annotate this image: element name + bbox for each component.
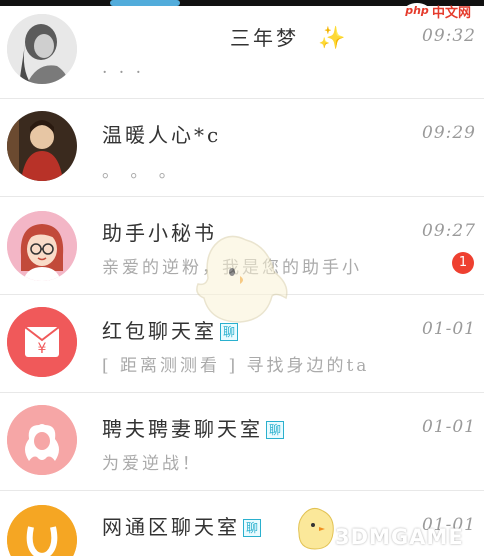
chat-row-wennuan[interactable]: 温暖人心*c 09:29 。 。 。	[0, 99, 484, 195]
bird-mascot-icon	[298, 507, 334, 550]
chat-preview: 。 。 。	[102, 162, 179, 182]
php-watermark-text: 中文网	[432, 6, 472, 21]
avatar	[7, 111, 77, 181]
sparkle-icon: ✨	[318, 26, 349, 51]
chat-name: 三年梦 ✨	[230, 22, 349, 51]
chat-time: 09:29	[422, 123, 476, 143]
chat-time: 09:27	[422, 221, 476, 241]
svg-text:¥: ¥	[38, 341, 47, 357]
chat-preview: [ 距离测测看 ] 寻找身边的ta	[102, 356, 370, 376]
portrait-avatar-icon	[7, 14, 77, 84]
chat-name-text: 网通区聊天室	[102, 515, 240, 539]
chat-name: 温暖人心*c	[102, 123, 222, 147]
chat-room-tag: 聊	[243, 519, 262, 537]
chat-preview: 为爱逆战！	[102, 454, 202, 474]
avatar	[7, 211, 77, 281]
chat-time: 01-01	[421, 319, 476, 339]
chat-name-text: 三年梦	[230, 26, 299, 50]
chat-time: 09:32	[422, 26, 476, 46]
couple-silhouette-icon	[7, 405, 77, 475]
chat-preview: . . .	[102, 58, 145, 78]
chat-name-text: 聘夫聘妻聊天室	[102, 417, 263, 441]
unread-badge: 1	[452, 252, 474, 274]
unicom-logo-icon	[7, 505, 77, 556]
portrait-avatar-icon	[7, 111, 77, 181]
avatar	[7, 505, 77, 556]
chat-time: 01-01	[421, 417, 476, 437]
chat-room-tag: 聊	[266, 421, 285, 439]
chat-name: 聘夫聘妻聊天室聊	[102, 413, 285, 442]
chat-row-pinfu[interactable]: 聘夫聘妻聊天室聊 01-01 为爱逆战！	[0, 393, 484, 489]
avatar	[7, 405, 77, 475]
girl-avatar-icon	[7, 211, 77, 281]
php-logo-icon: php	[404, 3, 430, 19]
red-envelope-icon: ¥	[7, 307, 77, 377]
3dm-watermark: 3DMGAME	[335, 525, 464, 549]
avatar	[7, 14, 77, 84]
avatar: ¥	[7, 307, 77, 377]
php-watermark: php 中文网	[404, 0, 484, 22]
chat-name: 网通区聊天室聊	[102, 511, 262, 540]
bird-mascot-icon	[196, 235, 288, 323]
